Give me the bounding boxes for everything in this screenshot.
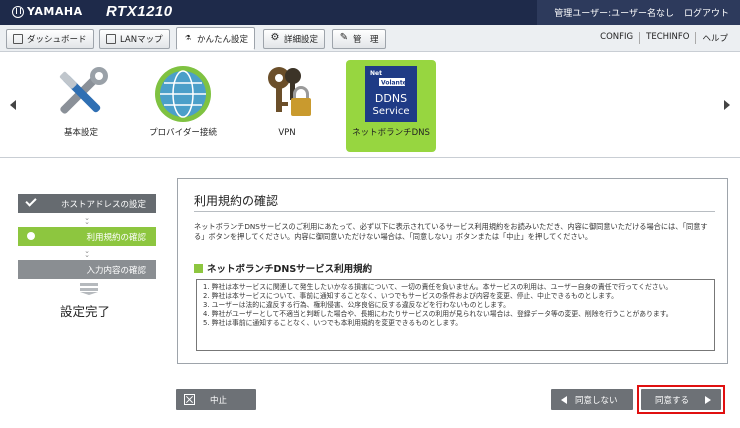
button-label: 中止	[210, 395, 228, 406]
utility-links: CONFIG TECHINFO ヘルプ	[594, 32, 734, 44]
lan-map-icon	[106, 34, 116, 44]
panel-title: 利用規約の確認	[194, 194, 279, 208]
step-label: 入力内容の確認	[86, 265, 146, 276]
carousel-next-arrow-icon[interactable]	[724, 100, 730, 110]
tab-easy-setup[interactable]: ⚗ かんたん設定	[176, 27, 256, 50]
terms-item: 4. 弊社がユーザーとして不適当と判断した場合や、長期にわたりサービスの利用が見…	[203, 310, 673, 318]
section-heading-text: ネットボランチDNSサービス利用規約	[207, 264, 373, 275]
techinfo-link[interactable]: TECHINFO	[639, 32, 695, 44]
agree-button[interactable]: 同意する	[641, 389, 721, 410]
yamaha-logo: YAMAHA	[12, 5, 83, 18]
triangle-right-icon	[705, 395, 712, 404]
menu-label: 基本設定	[63, 128, 98, 138]
gear-icon: ⚙	[270, 32, 280, 43]
step-input-confirm: 入力内容の確認	[18, 260, 156, 279]
terms-section-heading: ネットボランチDNSサービス利用規約	[194, 261, 372, 275]
check-icon	[25, 195, 37, 207]
menu-netvolante-dns[interactable]: Net Volante DDNS Service ネットボランチDNS	[346, 60, 436, 152]
ddns-badge-text: DDNS	[375, 92, 407, 105]
wand-icon: ⚗	[184, 33, 192, 42]
menu-basic-settings[interactable]: 基本設定	[36, 60, 126, 152]
terms-item: 1. 弊社は本サービスに関連して発生したいかなる損害について、一切の責任を負いま…	[203, 283, 673, 291]
menu-label: プロバイダー接続	[149, 128, 217, 138]
step-label: ホストアドレスの設定	[60, 199, 146, 210]
step-complete: 設定完了	[60, 304, 111, 319]
menu-label: ネットボランチDNS	[352, 128, 430, 138]
tools-icon	[59, 67, 108, 114]
top-header: YAMAHA RTX1210 管理ユーザー:ユーザー名なし ログアウト	[0, 0, 740, 25]
tab-label: LANマップ	[120, 35, 163, 45]
tab-label: ダッシュボード	[27, 35, 87, 45]
close-icon	[184, 394, 195, 405]
terms-item: 3. ユーザーは法的に違反する行為、権利侵害、公序良俗に反する違反などを行わない…	[203, 301, 510, 309]
carousel-prev-arrow-icon[interactable]	[10, 100, 16, 110]
tuning-fork-icon	[12, 5, 24, 18]
tab-lan-map[interactable]: LANマップ	[99, 29, 170, 49]
tab-label: 管 理	[353, 35, 379, 45]
menu-vpn[interactable]: VPN	[242, 60, 332, 152]
current-user: 管理ユーザー:ユーザー名なし	[554, 9, 674, 19]
chevron-down-icon: ⌄ ⌄	[84, 247, 90, 259]
keys-lock-icon	[268, 67, 311, 116]
ddns-badge-text: Service	[373, 106, 410, 117]
current-step-icon	[27, 232, 35, 240]
chevron-down-icon: ⌄ ⌄	[84, 214, 90, 226]
brand-text: YAMAHA	[27, 5, 83, 18]
divider	[0, 157, 740, 158]
dashboard-icon	[13, 34, 23, 44]
button-label: 同意しない	[575, 395, 618, 406]
panel-intro-text: ネットボランチDNSサービスのご利用にあたって、必ず以下に表示されているサービス…	[194, 222, 708, 241]
terms-panel: 利用規約の確認 ネットボランチDNSサービスのご利用にあたって、必ず以下に表示さ…	[177, 178, 728, 364]
logout-link[interactable]: ログアウト	[684, 6, 729, 19]
tab-management[interactable]: ✎ 管 理	[332, 29, 386, 49]
wrench-icon: ✎	[339, 32, 349, 43]
decline-button[interactable]: 同意しない	[551, 389, 633, 410]
triangle-left-icon	[561, 395, 567, 404]
green-square-icon	[194, 263, 203, 273]
terms-item: 2. 弊社は本サービスについて、事前に通知することなく、いつでもサービスの条件お…	[203, 292, 618, 300]
tab-dashboard[interactable]: ダッシュボード	[6, 29, 94, 49]
model-name: RTX1210	[106, 3, 173, 20]
step-label: 利用規約の確認	[86, 232, 146, 243]
config-link[interactable]: CONFIG	[594, 32, 639, 44]
terms-textbox[interactable]: 1. 弊社は本サービスに関連して発生したいかなる損害について、一切の責任を負いま…	[196, 279, 715, 351]
main-tab-bar: ダッシュボード LANマップ ⚗ かんたん設定 ⚙ 詳細設定 ✎ 管 理 CON…	[0, 25, 740, 52]
ddns-badge-text: Net	[370, 70, 382, 77]
cancel-button[interactable]: 中止	[176, 389, 256, 410]
terms-item: 5. 弊社は事前に通知することなく、いつでも本利用規約を変更できるものとします。	[203, 319, 463, 327]
ddns-icon: Net Volante DDNS Service	[365, 66, 417, 122]
step-terms-confirm: 利用規約の確認	[18, 227, 156, 246]
button-label: 同意する	[655, 395, 690, 406]
menu-label: VPN	[278, 128, 296, 138]
terms-list: 1. 弊社は本サービスに関連して発生したいかなる損害について、一切の責任を負いま…	[203, 283, 708, 328]
ddns-badge-text: Volante	[381, 80, 407, 87]
divider	[194, 211, 715, 212]
help-link[interactable]: ヘルプ	[695, 32, 734, 44]
tab-advanced-settings[interactable]: ⚙ 詳細設定	[263, 29, 326, 49]
menu-provider-connection[interactable]: プロバイダー接続	[138, 60, 228, 152]
step-host-address: ホストアドレスの設定	[18, 194, 156, 213]
setup-menu-carousel: 基本設定 プロバイダー接続 VPN Net Volante DDNS Servi…	[0, 52, 740, 156]
globe-icon	[155, 66, 211, 122]
tab-label: かんたん設定	[197, 34, 249, 45]
tab-label: 詳細設定	[284, 35, 319, 45]
user-area: 管理ユーザー:ユーザー名なし ログアウト	[537, 0, 740, 25]
chevron-down-icon	[80, 283, 98, 295]
